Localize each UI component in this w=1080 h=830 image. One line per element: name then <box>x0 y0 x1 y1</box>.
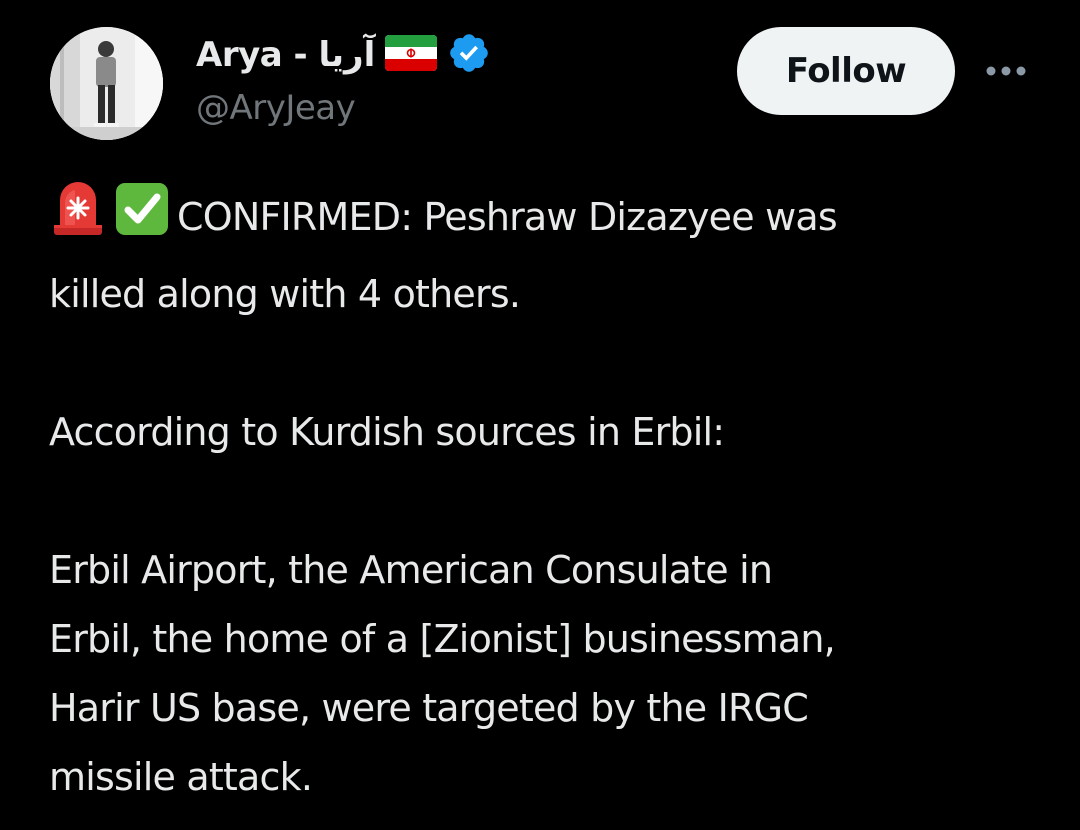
avatar-image <box>50 27 163 140</box>
avatar[interactable] <box>50 27 163 140</box>
tweet-line: missile attack. <box>49 755 313 799</box>
tweet-paragraph: Erbil Airport, the American Consulate in… <box>49 536 1049 812</box>
iran-flag-icon <box>385 35 438 75</box>
tweet-card: Arya - آریا @AryJeay Follow CONFIRMED: P… <box>0 0 1080 830</box>
more-options-button[interactable] <box>982 55 1032 87</box>
author-display-name[interactable]: Arya - آریا <box>196 35 376 75</box>
verified-badge-icon[interactable] <box>447 31 491 79</box>
tweet-line: According to Kurdish sources in Erbil: <box>49 410 725 454</box>
police-light-emoji <box>49 180 107 260</box>
tweet-paragraph: CONFIRMED: Peshraw Dizazyee was killed a… <box>49 180 1049 329</box>
author-handle[interactable]: @AryJeay <box>196 88 356 128</box>
follow-button[interactable]: Follow <box>737 27 955 115</box>
tweet-paragraph: According to Kurdish sources in Erbil: <box>49 398 1049 467</box>
more-horizontal-icon <box>986 66 1026 76</box>
tweet-line: Erbil, the home of a [Zionist] businessm… <box>49 617 836 661</box>
tweet-line: Erbil Airport, the American Consulate in <box>49 548 773 592</box>
check-mark-emoji <box>113 180 171 260</box>
tweet-line: Harir US base, were targeted by the IRGC <box>49 686 809 730</box>
tweet-line: CONFIRMED: Peshraw Dizazyee was <box>49 180 1049 260</box>
tweet-text: CONFIRMED: Peshraw Dizazyee was killed a… <box>49 180 1049 812</box>
author-name-row[interactable]: Arya - آریا <box>196 30 491 80</box>
tweet-line: killed along with 4 others. <box>49 272 521 316</box>
